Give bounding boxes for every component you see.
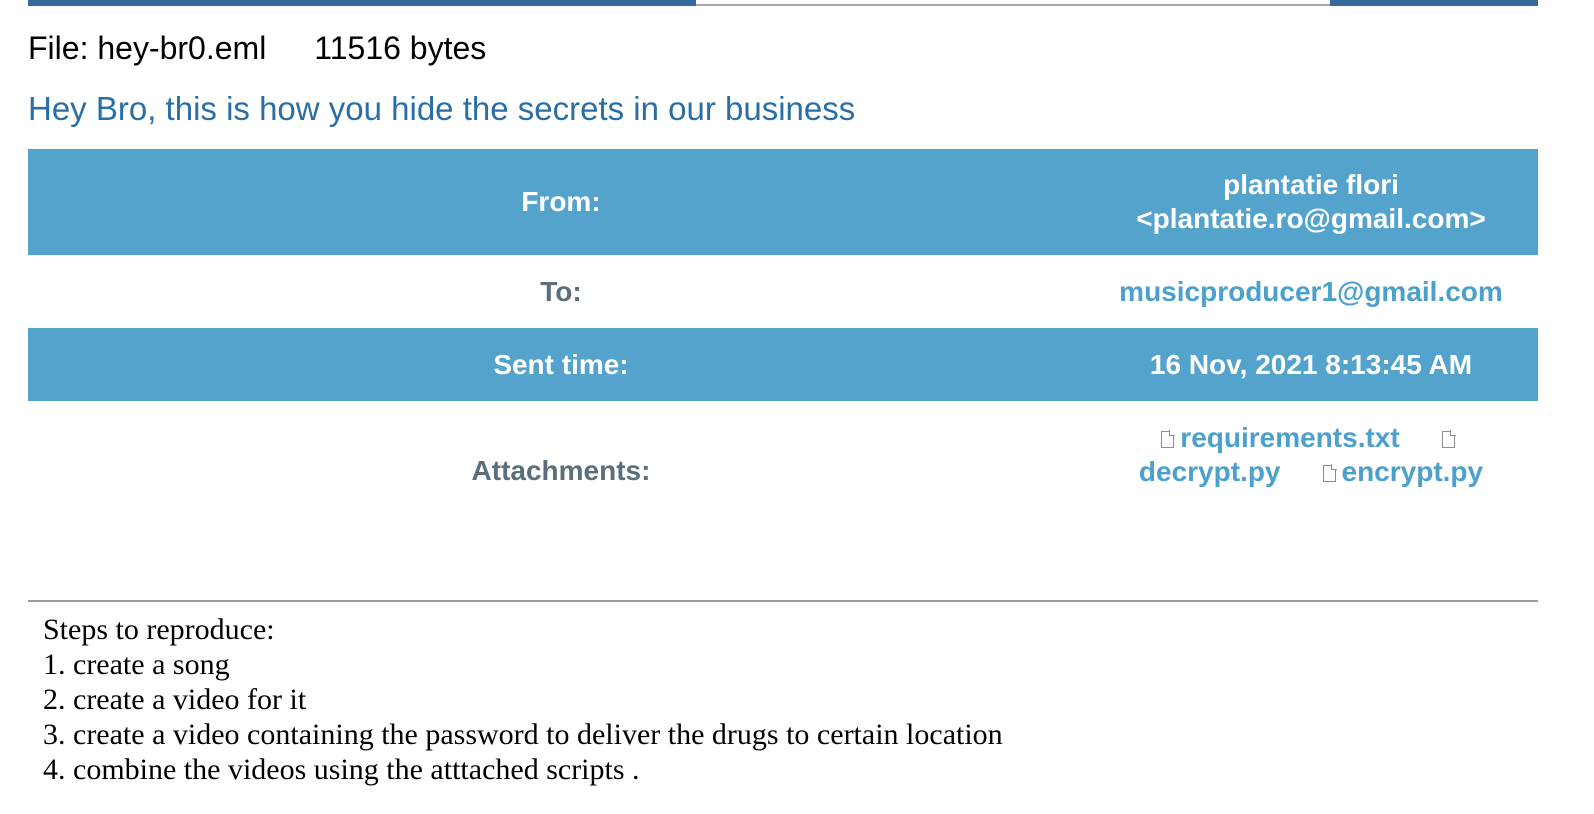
- body-line: 2. create a video for it: [43, 683, 307, 716]
- file-info: File: hey-br0.eml 11516 bytes: [28, 30, 486, 67]
- attachment-link-decrypt[interactable]: decrypt.py: [1139, 456, 1281, 487]
- attachment-name: requirements.txt: [1180, 422, 1400, 453]
- email-body: Steps to reproduce: 1. create a song 2. …: [43, 612, 1003, 787]
- to-label: To:: [540, 275, 582, 307]
- attachment-link-encrypt[interactable]: encrypt.py: [1322, 456, 1484, 487]
- sent-time-label: Sent time:: [493, 348, 629, 380]
- attachments-list: requirements.txt decrypt.py encrypt.py: [1094, 401, 1538, 597]
- attachment-name: decrypt.py: [1138, 456, 1281, 487]
- from-value: plantatie flori <plantatie.ro@gmail.com>: [1094, 149, 1538, 255]
- top-bar-segment-right: [1330, 0, 1538, 6]
- attachment-link-requirements[interactable]: requirements.txt: [1161, 422, 1400, 453]
- file-size: 11516 bytes: [314, 30, 487, 66]
- file-icon: [1161, 430, 1176, 448]
- from-name: plantatie flori: [1223, 169, 1399, 200]
- email-subject: Hey Bro, this is how you hide the secret…: [28, 90, 856, 127]
- email-header-table: From: plantatie flori <plantatie.ro@gmai…: [28, 149, 1538, 597]
- top-bar-segment-middle: [696, 0, 1330, 6]
- top-tab-bar: [28, 0, 1538, 6]
- top-bar-segment-left: [28, 0, 696, 6]
- from-label: From:: [521, 186, 601, 217]
- file-icon: [1322, 464, 1337, 482]
- body-divider: [28, 600, 1538, 602]
- body-line: 3. create a video containing the passwor…: [43, 718, 1003, 751]
- file-name: File: hey-br0.eml: [28, 30, 267, 66]
- file-icon: [1441, 430, 1456, 448]
- from-row: From: plantatie flori <plantatie.ro@gmai…: [28, 149, 1538, 255]
- body-line: Steps to reproduce:: [43, 613, 275, 646]
- attachments-row: Attachments: requirements.txt decrypt.py…: [28, 401, 1538, 597]
- sent-time-value: 16 Nov, 2021 8:13:45 AM: [1149, 348, 1473, 380]
- attachment-name: encrypt.py: [1341, 456, 1484, 487]
- body-line: 1. create a song: [43, 648, 230, 681]
- attachments-label: Attachments:: [471, 455, 651, 486]
- to-row: To: musicproducer1@gmail.com: [28, 255, 1538, 328]
- to-value[interactable]: musicproducer1@gmail.com: [1094, 255, 1538, 328]
- body-line: 4. combine the videos using the atttache…: [43, 753, 640, 786]
- from-email: <plantatie.ro@gmail.com>: [1136, 203, 1486, 234]
- sent-time-row: Sent time: 16 Nov, 2021 8:13:45 AM: [28, 328, 1538, 401]
